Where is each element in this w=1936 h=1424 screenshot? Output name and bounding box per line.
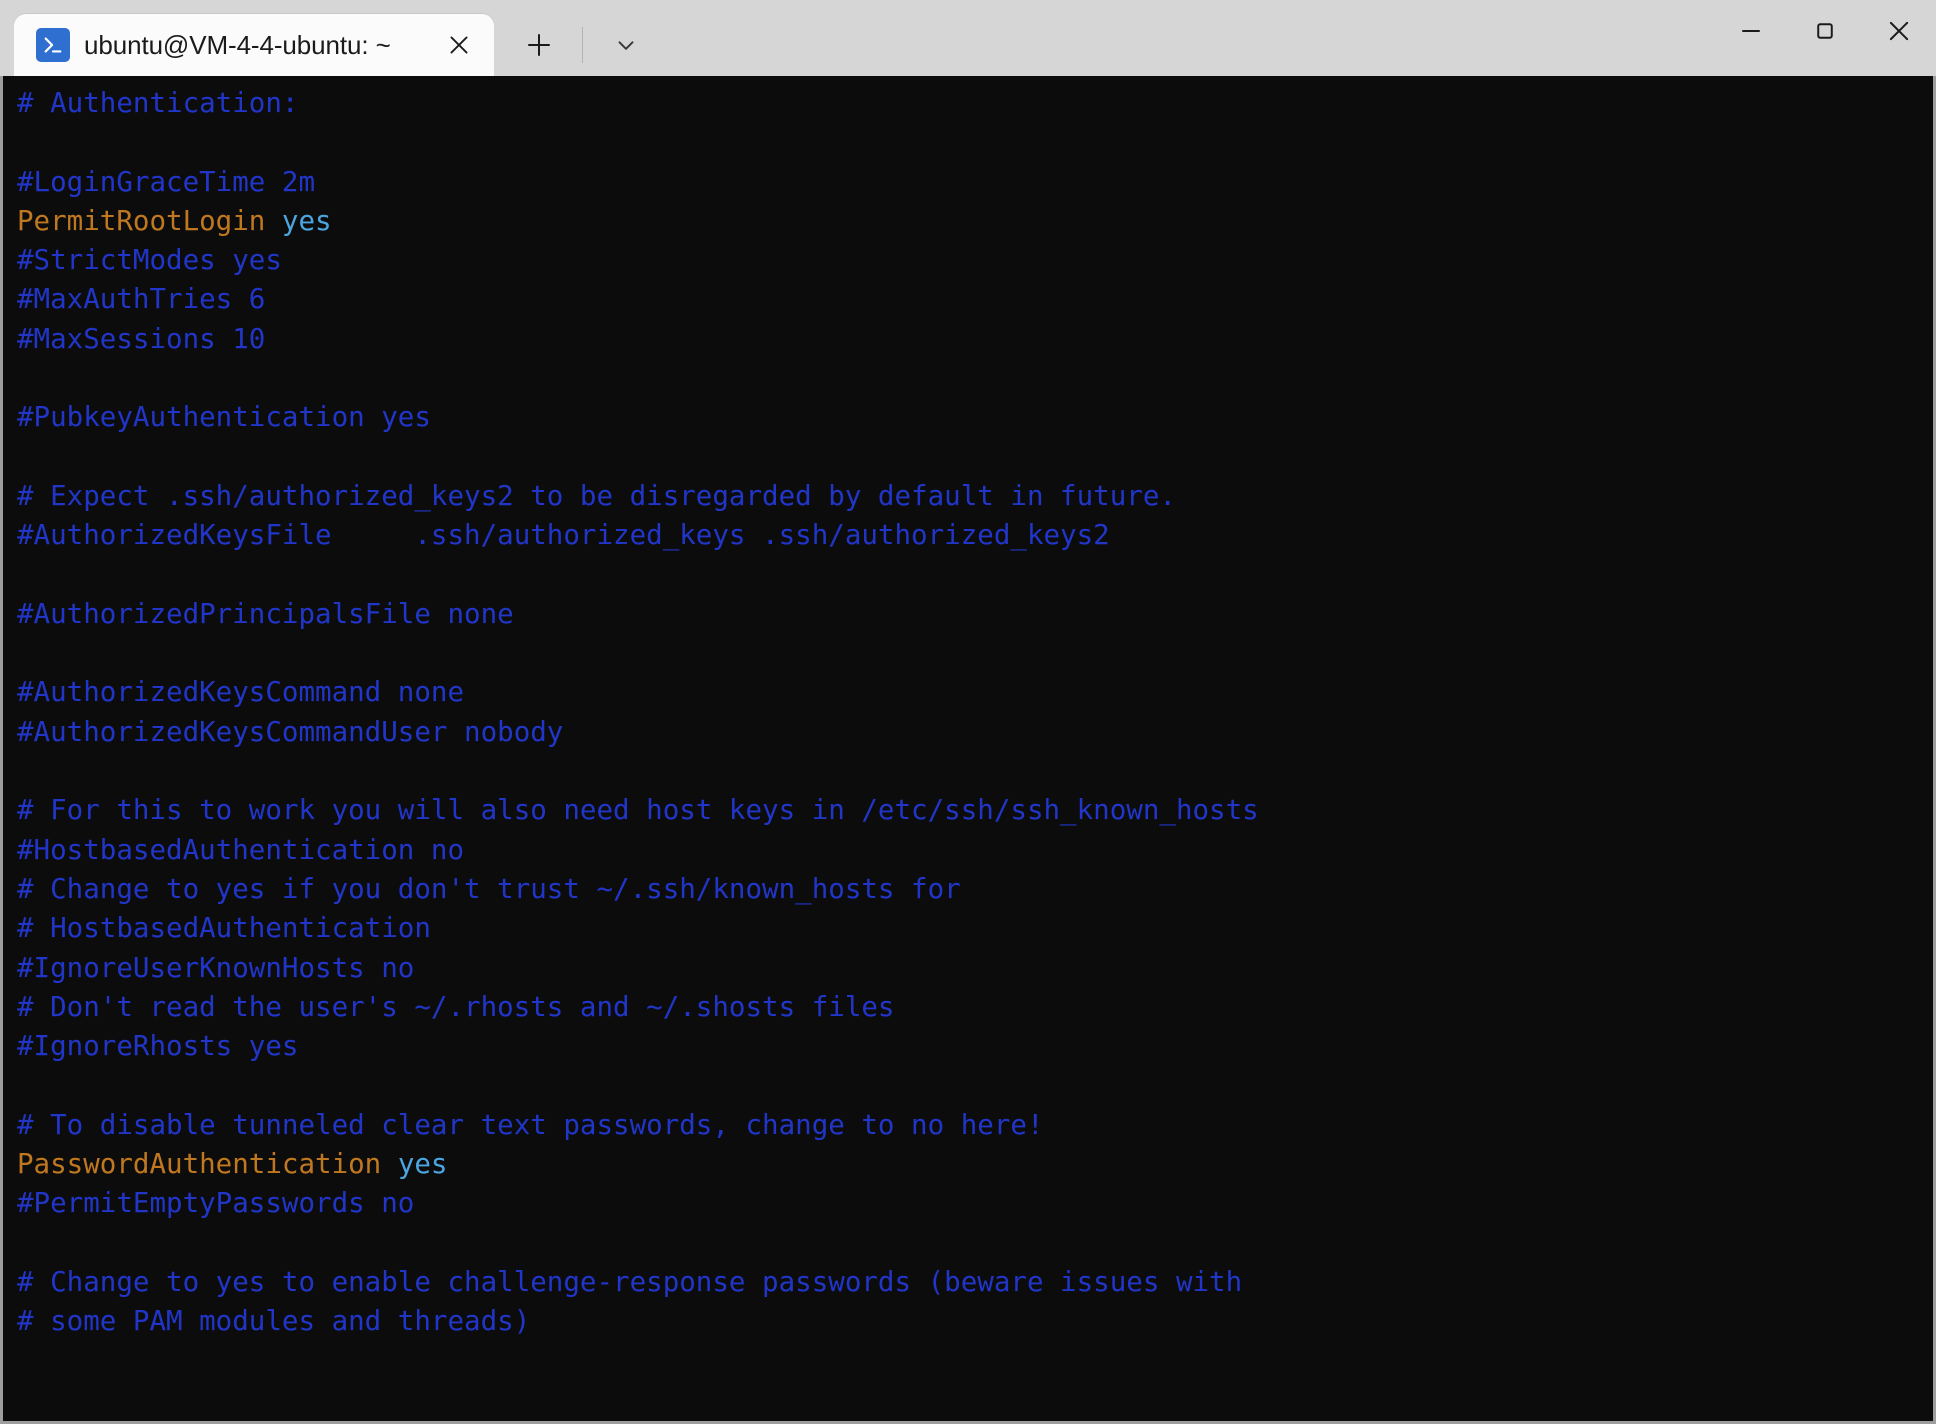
buffer-text: # To disable tunneled clear text passwor…: [17, 1108, 1044, 1141]
buffer-line: # some PAM modules and threads): [17, 1302, 1933, 1341]
buffer-text: #MaxSessions 10: [17, 322, 266, 355]
buffer-text: yes: [397, 1148, 448, 1181]
toolbar-divider: [582, 27, 583, 63]
buffer-text: #AuthorizedPrincipalsFile none: [17, 597, 514, 630]
buffer-text: # Don't read the user's ~/.rhosts and ~/…: [17, 990, 895, 1023]
buffer-line: [17, 634, 1933, 673]
close-button[interactable]: [1862, 0, 1936, 62]
buffer-text: #StrictModes yes: [17, 244, 282, 277]
buffer-line: # For this to work you will also need ho…: [17, 791, 1933, 830]
buffer-line: #LoginGraceTime 2m: [17, 163, 1933, 202]
buffer-line: #HostbasedAuthentication no: [17, 831, 1933, 870]
tab-ubuntu[interactable]: ubuntu@VM-4-4-ubuntu: ~: [14, 14, 494, 76]
buffer-line: #MaxAuthTries 6: [17, 280, 1933, 319]
buffer-line: #IgnoreUserKnownHosts no: [17, 949, 1933, 988]
buffer-line: #AuthorizedPrincipalsFile none: [17, 595, 1933, 634]
buffer-text: #AuthorizedKeysCommandUser nobody: [17, 715, 564, 748]
buffer-line: [17, 1224, 1933, 1263]
buffer-text: #HostbasedAuthentication no: [17, 833, 465, 866]
terminal-window: ubuntu@VM-4-4-ubuntu: ~ # Authentication…: [0, 0, 1936, 1424]
buffer-line: [17, 359, 1933, 398]
buffer-line: #StrictModes yes: [17, 241, 1933, 280]
buffer-text: #AuthorizedKeysFile .ssh/authorized_keys…: [17, 519, 1110, 552]
buffer-text: # some PAM modules and threads): [17, 1305, 531, 1338]
buffer-line: [17, 752, 1933, 791]
buffer-text: yes: [281, 204, 332, 237]
new-tab-button[interactable]: [510, 16, 568, 74]
buffer-text: # Change to yes to enable challenge-resp…: [17, 1265, 1243, 1298]
terminal-icon: [36, 28, 70, 62]
buffer-line: #AuthorizedKeysCommand none: [17, 673, 1933, 712]
title-bar: ubuntu@VM-4-4-ubuntu: ~: [0, 0, 1936, 76]
buffer-line: #PermitEmptyPasswords no: [17, 1184, 1933, 1223]
buffer-line: PasswordAuthentication yes: [17, 1145, 1933, 1184]
buffer-text: # Authentication:: [17, 87, 299, 119]
buffer-text: #AuthorizedKeysCommand none: [17, 676, 465, 709]
buffer-text: PermitRootLogin: [17, 204, 282, 237]
buffer-line: # Change to yes to enable challenge-resp…: [17, 1263, 1933, 1302]
tab-title: ubuntu@VM-4-4-ubuntu: ~: [84, 29, 391, 60]
buffer-line: # Change to yes if you don't trust ~/.ss…: [17, 870, 1933, 909]
vim-buffer[interactable]: # Authentication: #LoginGraceTime 2m Perm…: [3, 76, 1933, 1421]
buffer-text: #LoginGraceTime 2m: [17, 165, 316, 198]
buffer-line: # To disable tunneled clear text passwor…: [17, 1106, 1933, 1145]
buffer-line: [17, 1066, 1933, 1105]
buffer-text: #IgnoreUserKnownHosts no: [17, 951, 415, 984]
buffer-line: # Expect .ssh/authorized_keys2 to be dis…: [17, 477, 1933, 516]
buffer-line: PermitRootLogin yes: [17, 202, 1933, 241]
buffer-line: [17, 123, 1933, 162]
buffer-text: #MaxAuthTries 6: [17, 283, 266, 316]
buffer-line: #MaxSessions 10: [17, 320, 1933, 359]
buffer-line: [17, 438, 1933, 477]
buffer-line: [17, 556, 1933, 595]
buffer-text: PasswordAuthentication: [17, 1148, 398, 1181]
tab-strip: ubuntu@VM-4-4-ubuntu: ~: [0, 0, 494, 76]
terminal-pane[interactable]: # Authentication: #LoginGraceTime 2m Perm…: [0, 76, 1936, 1424]
maximize-button[interactable]: [1788, 0, 1862, 62]
buffer-line: #IgnoreRhosts yes: [17, 1027, 1933, 1066]
window-controls: [1714, 0, 1936, 76]
buffer-text: #PermitEmptyPasswords no: [17, 1187, 415, 1220]
buffer-line: #AuthorizedKeysCommandUser nobody: [17, 713, 1933, 752]
buffer-line: #AuthorizedKeysFile .ssh/authorized_keys…: [17, 516, 1933, 555]
close-icon[interactable]: [436, 22, 482, 68]
vim-status-line: -- INSERT -- 57,1 32%: [3, 1343, 1933, 1421]
buffer-line: # Don't read the user's ~/.rhosts and ~/…: [17, 988, 1933, 1027]
buffer-text: # Expect .ssh/authorized_keys2 to be dis…: [17, 479, 1176, 512]
buffer-line: #PubkeyAuthentication yes: [17, 398, 1933, 437]
buffer-line: # Authentication:: [17, 84, 1933, 123]
buffer-text: # Change to yes if you don't trust ~/.ss…: [17, 872, 961, 905]
tab-actions: [494, 14, 655, 76]
minimize-button[interactable]: [1714, 0, 1788, 62]
buffer-text: #IgnoreRhosts yes: [17, 1030, 299, 1063]
buffer-text: #PubkeyAuthentication yes: [17, 401, 431, 434]
window-drag-region: [655, 0, 1714, 76]
buffer-text: # HostbasedAuthentication: [17, 912, 431, 945]
buffer-line: # HostbasedAuthentication: [17, 909, 1933, 948]
buffer-text: # For this to work you will also need ho…: [17, 794, 1259, 827]
chevron-down-icon[interactable]: [597, 16, 655, 74]
